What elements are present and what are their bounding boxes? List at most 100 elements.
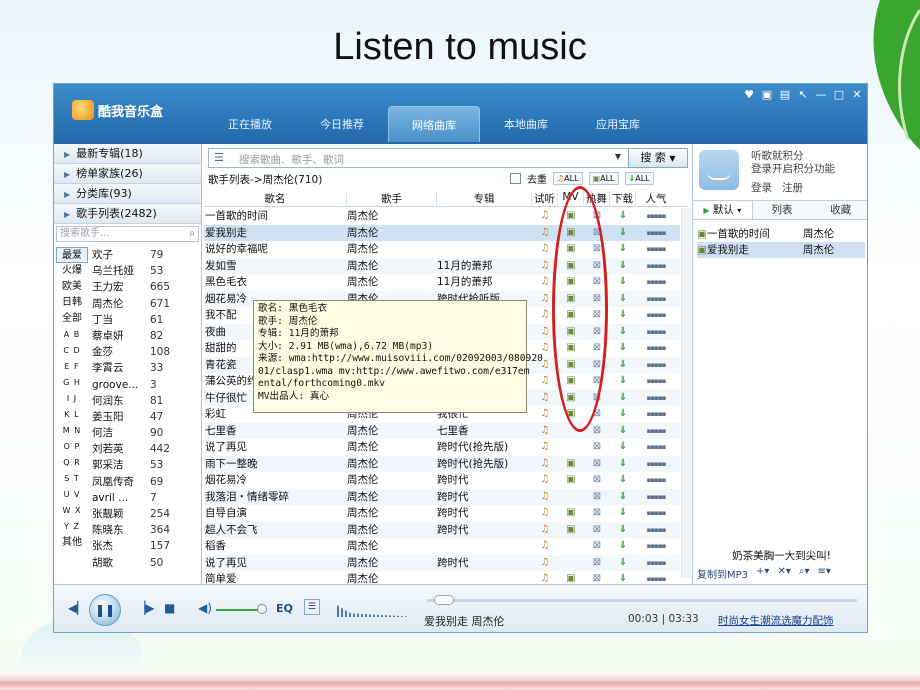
download-icon[interactable]: ⇓ [610, 208, 636, 225]
player-promo-link[interactable]: 时尚女生潮流选魔力配饰 [718, 613, 834, 628]
letter-uv[interactable]: U V [56, 487, 88, 503]
song-artist[interactable]: 周杰伦 [347, 208, 437, 225]
download-icon[interactable]: ⇓ [610, 439, 636, 456]
song-artist[interactable]: 周杰伦 [347, 456, 437, 473]
register-link[interactable]: 注册 [782, 182, 803, 194]
search-icon[interactable]: ⌕▾ [799, 566, 810, 581]
letter-st[interactable]: S T [56, 471, 88, 487]
song-name[interactable]: 自导自演 [204, 505, 347, 522]
table-row[interactable]: 一首歌的时间 周杰伦 ♫ ▣ ⊠ ⇓ ▪▪▪▪▪ [204, 208, 680, 225]
category-singers[interactable]: ▶ 歌手列表(2482) [54, 204, 201, 224]
song-artist[interactable]: 周杰伦 [347, 258, 437, 275]
minimize-icon[interactable]: — [815, 88, 827, 101]
headphones-icon[interactable]: ♫ [532, 538, 558, 555]
dance-icon[interactable]: ⊠ [584, 489, 610, 506]
song-artist[interactable]: 周杰伦 [347, 241, 437, 258]
volume-icon[interactable]: ◀) [198, 601, 212, 615]
headphones-icon[interactable]: ♫ [532, 406, 558, 423]
download-icon[interactable]: ⇓ [610, 406, 636, 423]
song-name[interactable]: 爱我别走 [204, 225, 347, 242]
song-artist[interactable]: 周杰伦 [347, 489, 437, 506]
menu-icon[interactable]: ≡▾ [817, 566, 830, 581]
song-name[interactable]: 雨下一整晚 [204, 456, 347, 473]
singer-item[interactable]: 姜玉阳 47 [92, 409, 198, 425]
table-row[interactable]: 超人不会飞 周杰伦 跨时代 ♫ ▣ ⊠ ⇓ ▪▪▪▪▪ [204, 521, 680, 539]
mini-mode-icon[interactable]: ↖ [797, 88, 809, 101]
singer-item[interactable]: 何洁 90 [92, 425, 198, 441]
download-icon[interactable]: ⇓ [610, 357, 636, 374]
search-icon[interactable]: ⌕ [189, 227, 195, 241]
song-artist[interactable]: 周杰伦 [347, 522, 437, 539]
progress-knob[interactable] [433, 595, 454, 605]
singer-item[interactable]: 王力宏 665 [92, 279, 198, 295]
table-row[interactable]: 说了再见 周杰伦 跨时代(抢先版) ♫ ⊠ ⇓ ▪▪▪▪▪ [204, 439, 680, 456]
next-icon[interactable]: ▕▶ [136, 601, 154, 615]
song-artist[interactable]: 周杰伦 [347, 505, 437, 522]
song-album[interactable]: 七里香 [437, 423, 532, 440]
table-row[interactable]: 说了再见 周杰伦 跨时代 ♫ ⊠ ⇓ ▪▪▪▪▪ [204, 554, 680, 571]
mv-icon[interactable]: ▣ [558, 456, 584, 473]
letter-hot[interactable]: 火爆 [56, 263, 88, 279]
song-name[interactable]: 我落泪・情绪零碎 [204, 489, 347, 506]
category-genres[interactable]: ▶ 分类库(93) [54, 184, 201, 204]
song-name[interactable]: 七里香 [204, 423, 347, 440]
chevron-down-icon[interactable]: ▼ [615, 152, 621, 161]
tab-recommend[interactable]: 今日推荐 [296, 106, 388, 142]
song-album[interactable]: 11月的萧邦 [437, 274, 532, 291]
previous-icon[interactable]: ◀▏ [68, 601, 86, 615]
download-icon[interactable]: ⇓ [610, 390, 636, 407]
song-scrollbar[interactable] [681, 208, 691, 578]
table-row[interactable]: 爱我别走 周杰伦 ♫ ▣ ⊠ ⇓ ▪▪▪▪▪ [204, 224, 680, 242]
headphones-icon[interactable]: ♫ [532, 456, 558, 473]
eq-button[interactable]: EQ [276, 602, 293, 615]
pause-button[interactable]: ❚❚ [89, 594, 121, 626]
headphones-icon[interactable]: ♫ [532, 472, 558, 489]
headphones-icon[interactable]: ♫ [532, 208, 558, 225]
song-album[interactable]: 11月的萧邦 [437, 258, 532, 275]
singer-item[interactable]: 张杰 157 [92, 538, 198, 554]
letter-ab[interactable]: A B [56, 327, 88, 343]
table-row[interactable]: 烟花易冷 周杰伦 跨时代 ♫ ▣ ⊠ ⇓ ▪▪▪▪▪ [204, 472, 680, 489]
category-charts[interactable]: ▶ 榜单家族(26) [54, 164, 201, 184]
song-name[interactable]: 说了再见 [204, 439, 347, 456]
listen-all-button[interactable]: ♫ALL [553, 172, 583, 185]
headphones-icon[interactable]: ♫ [532, 439, 558, 456]
skin-icon[interactable]: ♥ [743, 88, 755, 101]
download-icon[interactable]: ⇓ [610, 505, 636, 522]
search-type-icon[interactable]: ☰ [214, 151, 224, 164]
letter-yz[interactable]: Y Z [56, 519, 88, 535]
dance-icon[interactable]: ⊠ [584, 472, 610, 489]
table-row[interactable]: 黑色毛衣 周杰伦 11月的萧邦 ♫ ▣ ⊠ ⇓ ▪▪▪▪▪ [204, 274, 680, 291]
download-icon[interactable]: ⇓ [610, 307, 636, 324]
tab-favorites[interactable]: 收藏 [811, 201, 867, 219]
letter-favorite[interactable]: 最爱 [56, 247, 88, 263]
singer-item[interactable]: 张靓颖 254 [92, 506, 198, 522]
singer-item[interactable]: 金莎 108 [92, 344, 198, 360]
tab-local-library[interactable]: 本地曲库 [480, 106, 572, 142]
dance-icon[interactable]: ⊠ [584, 522, 610, 539]
avatar[interactable] [699, 150, 739, 190]
song-artist[interactable]: 周杰伦 [347, 439, 437, 456]
download-all-button[interactable]: ⇓ALL [624, 172, 654, 185]
singer-item[interactable]: 李霄云 33 [92, 360, 198, 376]
song-name[interactable]: 黑色毛衣 [204, 274, 347, 291]
singer-item[interactable]: 胡歌 50 [92, 555, 198, 571]
song-artist[interactable]: 周杰伦 [347, 472, 437, 489]
playlist-icon[interactable]: ☰ [304, 599, 320, 615]
table-row[interactable]: 发如雪 周杰伦 11月的萧邦 ♫ ▣ ⊠ ⇓ ▪▪▪▪▪ [204, 257, 680, 275]
download-icon[interactable]: ⇓ [610, 340, 636, 357]
song-album[interactable] [437, 538, 532, 555]
mode-icon[interactable]: ▤ [779, 88, 791, 101]
song-name[interactable]: 说好的幸福呢 [204, 241, 347, 258]
letter-op[interactable]: O P [56, 439, 88, 455]
song-name[interactable]: 稻香 [204, 538, 347, 555]
download-icon[interactable]: ⇓ [610, 538, 636, 555]
song-artist[interactable]: 周杰伦 [347, 274, 437, 291]
table-row[interactable]: 我落泪・情绪零碎 周杰伦 跨时代 ♫ ⊠ ⇓ ▪▪▪▪▪ [204, 488, 680, 506]
letter-jpkr[interactable]: 日韩 [56, 295, 88, 311]
mv-icon[interactable]: ▣ [558, 505, 584, 522]
col-artist[interactable]: 歌手 [347, 191, 437, 206]
headphones-icon[interactable]: ♫ [532, 225, 558, 242]
singer-item[interactable]: 周杰伦 671 [92, 296, 198, 312]
singer-item[interactable]: avril ... 7 [92, 490, 198, 506]
